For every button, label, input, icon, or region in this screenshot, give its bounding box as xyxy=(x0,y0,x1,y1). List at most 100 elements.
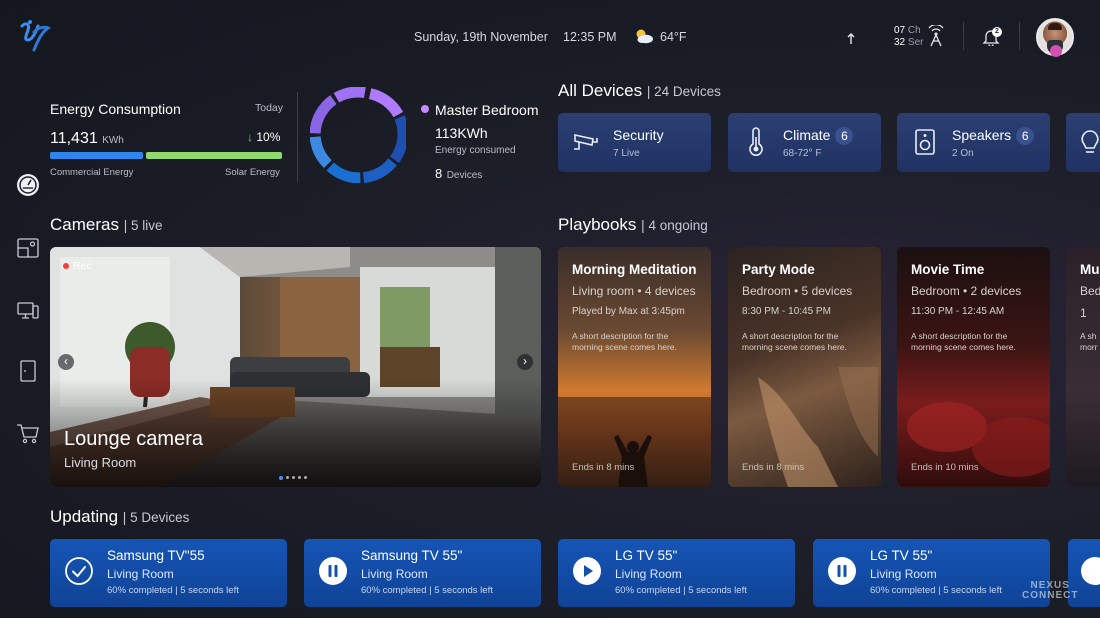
play-circle-icon[interactable] xyxy=(572,556,602,586)
all-devices-header: All Devices | 24 Devices xyxy=(558,81,721,101)
channel-number: 07 xyxy=(894,25,906,36)
playbook-ends: Ends in 8 mins xyxy=(742,462,805,473)
carousel-dot[interactable] xyxy=(298,476,301,479)
devices-icon[interactable] xyxy=(16,298,40,322)
playbook-description: A sh morr xyxy=(1080,331,1098,352)
playbook-card[interactable]: Mu Bed 1 A sh morr xyxy=(1066,247,1100,487)
playbook-location: Bedroom • 2 devices xyxy=(911,284,1022,298)
update-progress: 60% completed | 5 seconds left xyxy=(361,585,493,596)
device-card-speakers[interactable]: Speakers 6 2 On xyxy=(897,113,1050,172)
device-count-badge: 6 xyxy=(1016,127,1035,145)
playbook-meta: 1 xyxy=(1080,306,1087,320)
camera-feed[interactable]: Rec ‹ › Lounge camera Living Room xyxy=(50,247,541,487)
energy-title: Energy Consumption xyxy=(50,101,181,117)
device-name: Climate xyxy=(783,127,831,143)
thermometer-icon xyxy=(749,127,763,156)
recording-dot-icon xyxy=(63,263,69,269)
carousel-dot[interactable] xyxy=(304,476,307,479)
energy-change-value: 10% xyxy=(256,130,281,144)
pause-circle-icon[interactable] xyxy=(318,556,348,586)
playbook-card[interactable]: Movie Time Bedroom • 2 devices 11:30 PM … xyxy=(897,247,1050,487)
playbook-title: Morning Meditation xyxy=(572,262,697,277)
watermark: NEXUS CONNECT xyxy=(1022,581,1078,601)
update-card[interactable]: Samsung TV"55 Living Room 60% completed … xyxy=(50,539,287,607)
security-camera-icon xyxy=(574,134,598,150)
solar-energy-label: Solar Energy xyxy=(225,167,280,178)
camera-room: Living Room xyxy=(64,455,137,470)
device-name-row: Climate 6 xyxy=(783,127,854,145)
check-circle-icon[interactable] xyxy=(64,556,94,586)
all-devices-title: All Devices xyxy=(558,81,643,100)
device-card-climate[interactable]: Climate 6 68-72° F xyxy=(728,113,881,172)
playbook-description: A short description for the morning scen… xyxy=(572,331,677,352)
room-devices-number: 8 xyxy=(435,166,443,181)
update-card[interactable]: LG TV 55" Living Room 60% completed | 5 … xyxy=(813,539,1050,607)
device-name: Security xyxy=(613,127,664,143)
donut-segment xyxy=(333,87,366,103)
all-devices-count: | 24 Devices xyxy=(646,84,721,99)
door-icon[interactable] xyxy=(16,359,40,383)
device-card-security[interactable]: Security 7 Live xyxy=(558,113,711,172)
server-label: Ser xyxy=(907,37,924,48)
playbook-location: Living room • 4 devices xyxy=(572,284,696,298)
playbook-location: Bed xyxy=(1080,284,1100,298)
donut-segment xyxy=(326,162,361,183)
chevron-right-icon[interactable]: › xyxy=(517,354,533,370)
device-status: 7 Live xyxy=(613,148,640,159)
panel-divider xyxy=(297,92,298,182)
carousel-dot[interactable] xyxy=(279,476,283,480)
update-status-icon xyxy=(1081,557,1100,585)
update-device-room: Living Room xyxy=(870,567,937,581)
carousel-dot[interactable] xyxy=(292,476,295,479)
playbook-ends: Ends in 8 mins xyxy=(572,462,635,473)
antenna-icon[interactable] xyxy=(926,25,946,47)
playbook-card[interactable]: Morning Meditation Living room • 4 devic… xyxy=(558,247,711,487)
commercial-energy-label: Commercial Energy xyxy=(50,167,134,178)
update-progress: 60% completed | 5 seconds left xyxy=(615,585,747,596)
donut-segment xyxy=(362,158,397,183)
dashboard-gauge-icon[interactable] xyxy=(16,173,40,197)
brand-logo[interactable] xyxy=(18,18,52,54)
room-name[interactable]: Master Bedroom xyxy=(435,102,538,118)
updating-count: | 5 Devices xyxy=(122,510,190,525)
energy-change: ↓ 10% xyxy=(247,130,280,144)
rooms-icon[interactable] xyxy=(16,236,40,260)
time-text: 12:35 PM xyxy=(563,30,617,44)
crown-badge-icon xyxy=(1050,45,1062,57)
device-status: 68-72° F xyxy=(783,148,822,159)
upload-arrow-icon[interactable] xyxy=(846,33,856,45)
playbook-card[interactable]: Party Mode Bedroom • 5 devices 8:30 PM -… xyxy=(728,247,881,487)
updating-title: Updating xyxy=(50,507,119,526)
cart-icon[interactable] xyxy=(16,421,40,445)
pause-circle-icon[interactable] xyxy=(827,556,857,586)
device-status: 2 On xyxy=(952,148,974,159)
updating-header: Updating | 5 Devices xyxy=(50,507,189,527)
room-energy-donut xyxy=(310,87,406,183)
room-devices-label: Devices xyxy=(446,170,483,181)
legend-dot xyxy=(421,105,429,113)
energy-value-row: 11,431 KWh xyxy=(50,130,124,148)
playbook-meta: Played by Max at 3:45pm xyxy=(572,306,685,317)
speaker-icon xyxy=(915,129,935,155)
camera-name: Lounge camera xyxy=(64,428,203,450)
playbook-title: Movie Time xyxy=(911,262,985,277)
playbook-title: Mu xyxy=(1080,262,1100,277)
topbar-divider xyxy=(1019,22,1020,50)
update-card[interactable]: LG TV 55" Living Room 60% completed | 5 … xyxy=(558,539,795,607)
update-device-name: Samsung TV 55" xyxy=(361,548,463,563)
update-device-room: Living Room xyxy=(107,567,174,581)
update-card[interactable]: Samsung TV 55" Living Room 60% completed… xyxy=(304,539,541,607)
donut-segment xyxy=(310,95,337,134)
energy-unit: KWh xyxy=(102,135,124,146)
carousel-dot[interactable] xyxy=(286,476,289,479)
device-card-lights[interactable] xyxy=(1066,113,1100,172)
top-bar: Sunday, 19th November 12:35 PM 64°F 07 C… xyxy=(0,0,1100,75)
carousel-dots[interactable] xyxy=(279,476,311,480)
playbook-title: Party Mode xyxy=(742,262,815,277)
cameras-header: Cameras | 5 live xyxy=(50,215,162,235)
donut-segment xyxy=(310,136,332,169)
chevron-left-icon[interactable]: ‹ xyxy=(58,354,74,370)
energy-period[interactable]: Today xyxy=(255,102,283,114)
topbar-divider xyxy=(963,22,964,50)
channel-info: 07 Ch 32 Ser xyxy=(894,25,923,49)
